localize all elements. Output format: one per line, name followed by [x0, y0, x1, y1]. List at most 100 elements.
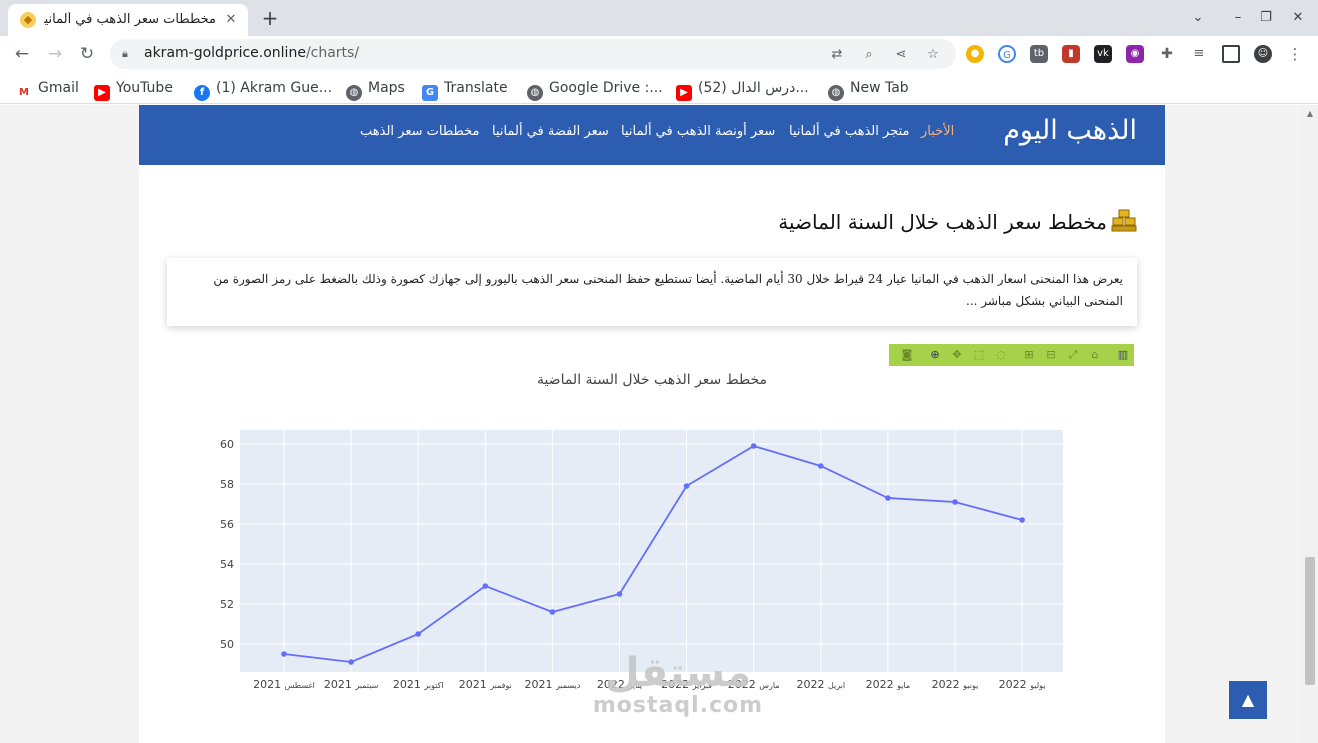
window-close-icon[interactable]: ✕ [1286, 6, 1310, 30]
site-navbar: الذهب اليوم الأخبار متجر الذهب في ألماني… [139, 105, 1165, 165]
page-heading-text: مخطط سعر الذهب خلال السنة الماضية [778, 210, 1107, 234]
x-tick-label: 2021 اغسطس [253, 678, 315, 691]
gold-bars-icon [1111, 209, 1137, 232]
address-bar[interactable]: 🔒︎ akram-goldprice.online/charts/ ⇄ ⌕ ⋖ … [110, 39, 956, 69]
extension-red-icon[interactable]: ▮ [1062, 45, 1080, 63]
bookmark-new-tab[interactable]: ◍ New Tab [828, 78, 909, 101]
extension-purple-icon[interactable]: ◉ [1126, 45, 1144, 63]
globe-icon: ◍ [527, 85, 543, 101]
new-tab-button[interactable]: + [258, 6, 282, 30]
url-host: akram-goldprice.online [144, 45, 306, 61]
bookmark-youtube-lesson[interactable]: ▶ (52) درس الدال... [676, 78, 809, 101]
gmail-icon: M [16, 85, 32, 101]
translate-icon: G [422, 85, 438, 101]
tab-close-icon[interactable]: ✕ [222, 11, 240, 29]
x-tick-label: 2022 يونيو [932, 678, 979, 691]
bookmark-label: (52) درس الدال... [698, 80, 809, 96]
bookmark-label: Translate [444, 80, 508, 96]
data-point [885, 495, 891, 501]
nav-gold-ounce[interactable]: سعر أونصة الذهب في ألمانيا [621, 124, 775, 139]
description-box: يعرض هذا المنحنى اسعار الذهب في المانيا … [167, 258, 1137, 326]
side-panel-icon[interactable] [1222, 45, 1240, 63]
page-viewport: الذهب اليوم الأخبار متجر الذهب في ألماني… [0, 105, 1318, 743]
line-chart: 50 52 54 56 58 60 2021 اغسطس 2021 سبتمبر 2021 اك… [220, 430, 1063, 691]
url-path: /charts/ [305, 45, 360, 61]
site-brand[interactable]: الذهب اليوم [1003, 115, 1137, 146]
browser-tab[interactable]: ◆ مخططات سعر الذهب في ألمانيا ✕ [8, 4, 248, 36]
bookmark-label: Gmail [38, 80, 79, 96]
share-icon[interactable]: ⋖ [892, 46, 910, 64]
data-point [281, 651, 287, 657]
scroll-to-top-button[interactable]: ▲ [1229, 681, 1267, 719]
data-point [1019, 517, 1025, 523]
zoom-icon[interactable]: ⌕ [860, 46, 878, 64]
page-scrollbar[interactable]: ▲ [1302, 105, 1318, 743]
restore-icon[interactable]: ❐ [1254, 6, 1278, 30]
translate-page-icon[interactable]: ⇄ [828, 46, 846, 64]
x-tick-label: 2022 ابريل [796, 678, 845, 691]
extension-g-icon[interactable]: G [998, 45, 1016, 63]
scroll-up-arrow-icon[interactable]: ▲ [1305, 109, 1315, 118]
y-tick-label: 58 [220, 478, 234, 491]
description-text: يعرض هذا المنحنى اسعار الذهب في المانيا … [213, 272, 1123, 308]
bookmark-maps[interactable]: ◍ Maps [346, 78, 405, 101]
tab-title: مخططات سعر الذهب في ألمانيا [44, 12, 216, 27]
gold-favicon-icon: ◆ [20, 12, 36, 28]
x-tick-label: 2021 ديسمبر [524, 678, 580, 691]
x-tick-label: 2021 نوفمبر [459, 678, 512, 691]
data-point [415, 631, 421, 637]
plot-background [240, 430, 1063, 672]
facebook-icon: f [194, 85, 210, 101]
globe-icon: ◍ [828, 85, 844, 101]
bookmark-label: Google Drive :... [549, 80, 663, 96]
globe-icon: ◍ [346, 85, 362, 101]
extension-tb-icon[interactable]: tb [1030, 45, 1048, 63]
data-point [683, 483, 690, 489]
menu-kebab-icon[interactable]: ⋮ [1286, 45, 1304, 63]
y-tick-label: 54 [220, 558, 234, 571]
data-point [348, 659, 354, 665]
url-text: akram-goldprice.online/charts/ [144, 45, 359, 61]
lock-icon: 🔒︎ [122, 47, 128, 60]
tab-search-icon[interactable]: ⌄ [1186, 6, 1210, 30]
extensions-puzzle-icon[interactable]: ✚ [1158, 45, 1176, 63]
page-container: الذهب اليوم الأخبار متجر الذهب في ألماني… [139, 105, 1165, 743]
watermark-arabic: مستقل [604, 650, 752, 696]
tab-strip: ◆ مخططات سعر الذهب في ألمانيا ✕ + ⌄ – ❐ … [0, 0, 1318, 36]
bookmark-google-drive[interactable]: ◍ Google Drive :... [527, 78, 663, 101]
nav-gold-charts[interactable]: مخططات سعر الذهب [360, 124, 480, 139]
data-point [952, 499, 958, 505]
nav-news[interactable]: الأخبار [921, 124, 954, 139]
bookmark-facebook[interactable]: f (1) Akram Gue... [194, 78, 333, 101]
y-tick-label: 56 [220, 518, 234, 531]
x-tick-label: 2022 يوليو [999, 678, 1046, 691]
data-point [549, 609, 556, 615]
media-control-icon[interactable]: ≡ [1190, 45, 1208, 63]
nav-silver-price[interactable]: سعر الفضة في ألمانيا [492, 124, 609, 139]
browser-window: ◆ مخططات سعر الذهب في ألمانيا ✕ + ⌄ – ❐ … [0, 0, 1318, 743]
data-point [750, 443, 757, 449]
nav-gold-store[interactable]: متجر الذهب في ألمانيا [789, 124, 909, 139]
minimize-icon[interactable]: – [1226, 6, 1250, 30]
data-point [482, 583, 489, 589]
forward-icon[interactable]: → [42, 41, 68, 67]
browser-toolbar: ← → ↻ 🔒︎ akram-goldprice.online/charts/ … [0, 36, 1318, 72]
bookmark-label: (1) Akram Gue... [216, 80, 333, 96]
y-tick-label: 60 [220, 438, 234, 451]
extension-circle-icon[interactable]: ● [966, 45, 984, 63]
bookmark-star-icon[interactable]: ☆ [924, 46, 942, 64]
scrollbar-thumb[interactable] [1305, 557, 1315, 685]
bookmark-youtube[interactable]: ▶ YouTube [94, 78, 173, 101]
data-point [818, 463, 824, 469]
bookmark-gmail[interactable]: M Gmail [16, 78, 79, 101]
bookmark-label: YouTube [116, 80, 173, 96]
reload-icon[interactable]: ↻ [74, 41, 100, 67]
bookmark-label: New Tab [850, 80, 909, 96]
profile-avatar[interactable]: ☺ [1254, 45, 1272, 63]
bookmark-label: Maps [368, 80, 405, 96]
back-icon[interactable]: ← [9, 41, 35, 67]
bookmarks-bar: M Gmail ▶ YouTube f (1) Akram Gue... ◍ Maps … [0, 72, 1318, 104]
bookmark-translate[interactable]: G Translate [422, 78, 508, 101]
extension-vk-icon[interactable]: vk [1094, 45, 1112, 63]
youtube-icon: ▶ [676, 85, 692, 101]
